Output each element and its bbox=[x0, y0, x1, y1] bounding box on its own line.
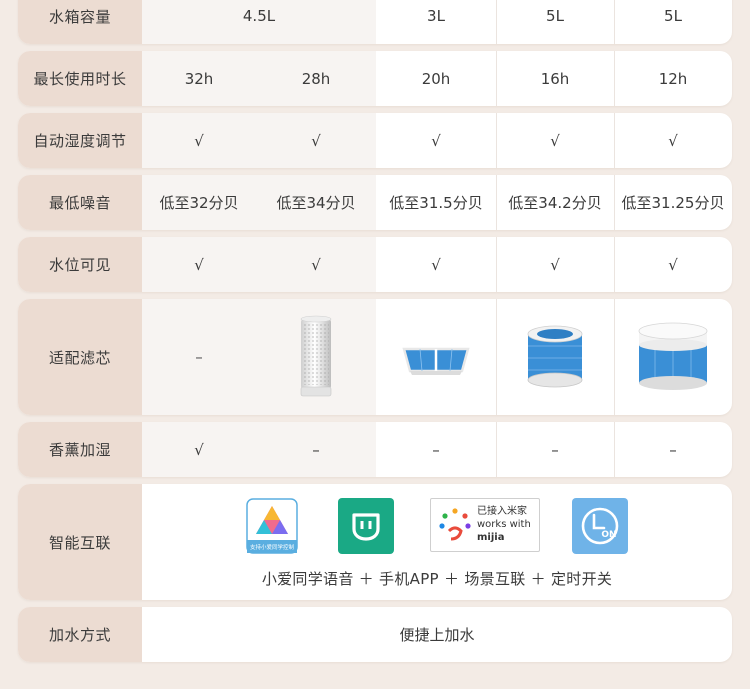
cell-auto-humidity-5: √ bbox=[668, 131, 678, 150]
row-water-level-visible: 水位可见 √ √ √ √ √ bbox=[18, 237, 732, 292]
cell-aroma-1: √ bbox=[142, 422, 256, 477]
row-auto-humidity: 自动湿度调节 √ √ √ √ √ bbox=[18, 113, 732, 168]
cell-aroma-5: – bbox=[669, 440, 677, 459]
row-label: 水箱容量 bbox=[18, 0, 142, 44]
cell-noise-2: 低至34分贝 bbox=[256, 175, 376, 230]
cell-aroma-3: – bbox=[432, 440, 440, 459]
row-max-runtime: 最长使用时长 32h 28h 20h 16h 12h bbox=[18, 51, 732, 106]
row-compatible-filter: 适配滤芯 – bbox=[18, 299, 732, 415]
row-aroma-humidify: 香薰加湿 √ – – – – bbox=[18, 422, 732, 477]
cell-noise-5: 低至31.25分贝 bbox=[621, 194, 725, 212]
cell-filter-4 bbox=[496, 299, 614, 415]
cell-aroma-2: – bbox=[256, 422, 376, 477]
cell-noise-4: 低至34.2分贝 bbox=[508, 194, 602, 212]
row-label: 最低噪音 bbox=[18, 175, 142, 230]
xiaoai-badge-text: 支持小爱同学控制 bbox=[250, 543, 295, 551]
row-label: 智能互联 bbox=[18, 484, 142, 600]
cell-tank-3: 3L bbox=[427, 7, 445, 25]
row-label: 水位可见 bbox=[18, 237, 142, 292]
flat-filter-blue-image bbox=[402, 347, 470, 375]
cell-water-level-3: √ bbox=[431, 255, 441, 274]
smart-features-caption: 小爱同学语音 ＋ 手机APP ＋ 场景互联 ＋ 定时开关 bbox=[261, 570, 613, 588]
filter-none: – bbox=[195, 348, 203, 366]
row-smart-connect: 智能互联 支持小爱同学控制 已接入米家 works with mijia ON … bbox=[18, 484, 732, 600]
round-filter-white-top-image bbox=[638, 322, 708, 390]
row-label: 适配滤芯 bbox=[18, 299, 142, 415]
cell-tank-5: 5L bbox=[664, 7, 682, 25]
mijia-line-2: works with bbox=[477, 519, 531, 530]
cell-water-level-2: √ bbox=[256, 237, 376, 292]
round-filter-blue-image bbox=[527, 325, 583, 388]
cylinder-filter-white-image bbox=[300, 315, 332, 397]
mijia-line-1: 已接入米家 bbox=[477, 506, 527, 517]
cell-filter-1: – bbox=[142, 299, 256, 415]
cell-runtime-3: 20h bbox=[421, 69, 451, 88]
row-label: 香薰加湿 bbox=[18, 422, 142, 477]
cell-tank-1-2: 4.5L bbox=[142, 0, 376, 44]
timer-on-text: ON bbox=[601, 530, 616, 540]
cell-noise-3: 低至31.5分贝 bbox=[389, 194, 483, 212]
cell-runtime-5: 12h bbox=[658, 69, 688, 88]
mijia-line-3: mijia bbox=[477, 532, 505, 543]
cell-auto-humidity-1: √ bbox=[142, 113, 256, 168]
cell-runtime-2: 28h bbox=[256, 51, 376, 106]
row-min-noise: 最低噪音 低至32分贝 低至34分贝 低至31.5分贝 低至34.2分贝 低至3… bbox=[18, 175, 732, 230]
row-label: 加水方式 bbox=[18, 607, 142, 662]
cell-runtime-4: 16h bbox=[540, 69, 570, 88]
cell-aroma-4: – bbox=[551, 440, 559, 459]
cell-auto-humidity-3: √ bbox=[431, 131, 441, 150]
cell-tank-4: 5L bbox=[546, 7, 564, 25]
timer-on-icon: ON bbox=[572, 498, 628, 558]
mi-home-app-icon bbox=[338, 498, 394, 558]
cell-noise-1: 低至32分贝 bbox=[142, 175, 256, 230]
cell-water-level-4: √ bbox=[550, 255, 560, 274]
row-refill-method: 加水方式 便捷上加水 bbox=[18, 607, 732, 662]
cell-auto-humidity-2: √ bbox=[256, 113, 376, 168]
xiaoai-assistant-icon: 支持小爱同学控制 bbox=[246, 498, 298, 558]
cell-filter-2 bbox=[256, 299, 376, 415]
row-tank-capacity: 水箱容量 4.5L 3L 5L 5L bbox=[18, 0, 732, 44]
mijia-sparkle-icon bbox=[439, 508, 471, 541]
row-label: 自动湿度调节 bbox=[18, 113, 142, 168]
cell-refill: 便捷上加水 bbox=[399, 626, 475, 644]
cell-filter-3 bbox=[376, 299, 496, 415]
cell-runtime-1: 32h bbox=[142, 51, 256, 106]
works-with-mijia-icon: 已接入米家 works with mijia bbox=[430, 498, 540, 552]
cell-water-level-1: √ bbox=[142, 237, 256, 292]
cell-water-level-5: √ bbox=[668, 255, 678, 274]
cell-filter-5 bbox=[614, 299, 732, 415]
smart-icons: 支持小爱同学控制 已接入米家 works with mijia ON bbox=[142, 498, 732, 554]
cell-auto-humidity-4: √ bbox=[550, 131, 560, 150]
row-label: 最长使用时长 bbox=[18, 51, 142, 106]
